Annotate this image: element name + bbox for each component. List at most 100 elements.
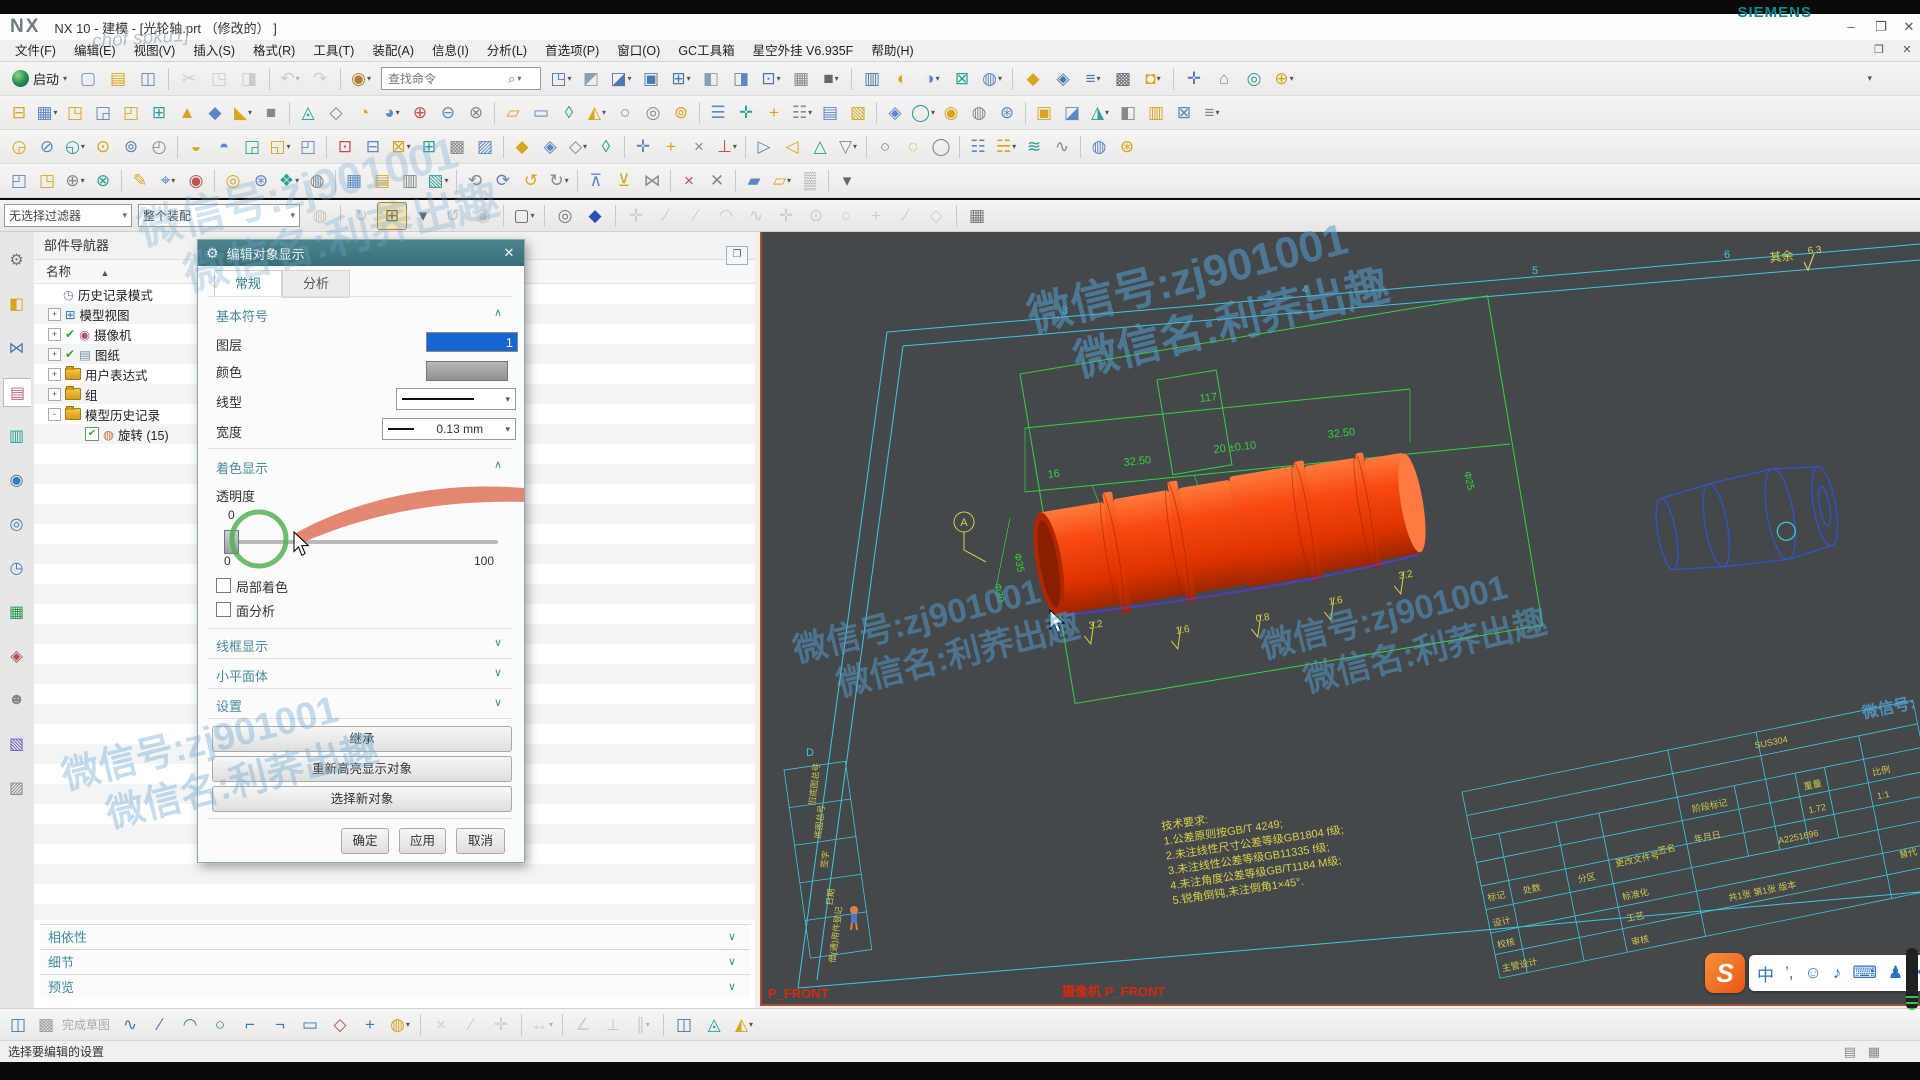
constraint-navigator-icon[interactable]: ⋈ <box>3 334 30 361</box>
assembly-navigator-icon[interactable]: ◧ <box>3 290 30 317</box>
toolbar-icon[interactable]: ⊛ <box>993 100 1021 126</box>
chevron-up-icon[interactable]: ∧ <box>494 458 502 471</box>
toolbar-overflow-caret[interactable]: ▾ <box>1867 73 1872 84</box>
menu-item[interactable]: 信息(I) <box>423 40 478 62</box>
history-icon[interactable]: ◷ <box>3 554 30 581</box>
expander-icon[interactable]: + <box>48 307 61 321</box>
ime-lang-icon[interactable]: 中 <box>1757 961 1774 986</box>
toolbar-icon[interactable]: ⊻ <box>610 168 638 194</box>
linetype-dropdown[interactable]: ▾ <box>396 388 516 410</box>
toolbar-icon[interactable]: ◣ ▾ <box>229 100 257 126</box>
sketch-icon[interactable]: ∿ <box>116 1012 144 1038</box>
face-analysis-checkbox[interactable] <box>216 602 231 617</box>
toolbar-icon[interactable]: ⊟ <box>5 100 33 126</box>
toolbar-icon[interactable]: ≋ <box>1020 134 1048 160</box>
part-navigator-icon[interactable]: ▤ <box>3 378 31 407</box>
menu-item[interactable]: 工具(T) <box>304 40 363 62</box>
toolbar-icon[interactable]: ◨ <box>235 66 263 92</box>
toolbar-icon[interactable]: ⊛ <box>1113 134 1141 160</box>
sketch-icon[interactable]: ✛ <box>487 1012 515 1038</box>
filter-icon[interactable]: ◇ <box>922 203 950 229</box>
sketch-icon[interactable]: ◭ ▾ <box>730 1012 758 1038</box>
tree-item-历史记录模式[interactable]: ◷ 历史记录模式 <box>48 284 153 304</box>
toolbar-icon[interactable]: ◯ <box>927 134 955 160</box>
toolbar-icon[interactable]: ◎ <box>219 168 247 194</box>
filter-icon[interactable]: ∕ <box>652 203 680 229</box>
menu-item[interactable]: 分析(L) <box>478 40 536 62</box>
toolbar-icon[interactable]: ▤ <box>368 168 396 194</box>
inherit-button[interactable]: 继承 <box>212 726 512 752</box>
filter-icon[interactable]: ⊞ <box>377 201 407 230</box>
menu-item[interactable]: 帮助(H) <box>862 40 922 62</box>
filter-icon[interactable]: ✛ <box>772 203 800 229</box>
toolbar-icon[interactable]: ◕ ▾ <box>378 100 406 126</box>
toolbar-icon[interactable]: ◧ <box>1114 100 1142 126</box>
toolbar-icon[interactable]: ▤ <box>816 100 844 126</box>
child-restore-button[interactable]: ❐ <box>1866 41 1892 59</box>
toolbar-icon[interactable]: ▦ <box>340 168 368 194</box>
filter-icon[interactable]: ✛ <box>622 203 650 229</box>
checkbox-icon[interactable]: ✔ <box>85 427 99 441</box>
sketch-icon[interactable]: ∕ <box>146 1012 174 1038</box>
toolbar-icon[interactable]: ◉ ▾ <box>347 66 375 92</box>
toolbar-icon[interactable]: ▩ <box>443 134 471 160</box>
toolbar-icon[interactable]: ☵ ▾ <box>992 134 1020 160</box>
toolbar-icon[interactable]: ◎ <box>639 100 667 126</box>
toolbar-icon[interactable]: ◑ ▾ <box>918 66 946 92</box>
finish-sketch-label[interactable]: 完成草图 <box>62 1016 110 1033</box>
toolbar-icon[interactable]: + <box>760 100 788 126</box>
section-basic-symbols[interactable]: 基本符号 <box>216 306 268 325</box>
toolbar-icon[interactable]: ◪ ▾ <box>607 66 635 92</box>
toolbar-icon[interactable]: + <box>657 134 685 160</box>
sketch-icon[interactable]: ⊥ <box>599 1012 627 1038</box>
ime-punct-icon[interactable]: ’, <box>1785 963 1794 983</box>
chevron-down-icon[interactable]: ∨ <box>494 636 502 649</box>
section-shaded-display[interactable]: 着色显示 <box>216 458 268 477</box>
toolbar-icon[interactable]: ▷ <box>750 134 778 160</box>
close-button[interactable]: ✕ <box>1896 17 1920 37</box>
tree-item-用户表达式[interactable]: + 用户表达式 <box>48 364 148 384</box>
dialog-title-bar[interactable]: ⚙ 编辑对象显示 <box>198 240 524 266</box>
toolbar-icon[interactable]: ⊕ <box>406 100 434 126</box>
toolbar-icon[interactable]: ◬ <box>294 100 322 126</box>
toolbar-icon[interactable]: ◉ <box>182 168 210 194</box>
toolbar-icon[interactable]: ▾ <box>833 168 861 194</box>
sketch-icon[interactable]: ◍ ▾ <box>386 1012 414 1038</box>
panel-细节[interactable]: 细节 ∨ <box>40 949 750 973</box>
section-settings[interactable]: 设置 <box>216 696 242 715</box>
toolbar-icon[interactable]: ◇ <box>322 100 350 126</box>
toolbar-icon[interactable]: ∿ <box>1048 134 1076 160</box>
toolbar-icon[interactable]: ◎ <box>1240 66 1268 92</box>
toolbar-icon[interactable]: ◳ <box>61 100 89 126</box>
tree-item-组[interactable]: + 组 <box>48 384 98 404</box>
toolbar-icon[interactable]: ◶ <box>5 134 33 160</box>
settings-gear-icon[interactable]: ⚙ <box>3 246 30 273</box>
layer-input[interactable]: 1 <box>426 332 518 352</box>
toolbar-icon[interactable]: ⌂ <box>1210 66 1238 92</box>
toolbar-icon[interactable]: ⟲ <box>461 168 489 194</box>
toolbar-icon[interactable]: ◒ <box>182 134 210 160</box>
tree-item-图纸[interactable]: + ✔ ▤ 图纸 <box>48 344 120 364</box>
toolbar-icon[interactable]: ▥ <box>1142 100 1170 126</box>
restore-button[interactable]: ❐ <box>1868 17 1894 37</box>
graphics-window[interactable]: 3 4 5 6 D 其余 6.3 117 16 32.50 20 ±0.10 3… <box>760 232 1920 1006</box>
wireframe-part[interactable] <box>1650 459 1843 581</box>
filter-icon[interactable]: ◆ <box>581 203 609 229</box>
sketch-icon[interactable]: ⌐ <box>236 1012 264 1038</box>
section-facet-body[interactable]: 小平面体 <box>216 666 268 685</box>
filter-icon[interactable]: ∿ <box>742 203 770 229</box>
command-finder-box[interactable]: ⌕ ▾ <box>381 67 542 90</box>
toolbar-icon[interactable]: ⊗ <box>89 168 117 194</box>
toolbar-icon[interactable]: ◳ ▾ <box>547 66 575 92</box>
toolbar-icon[interactable]: ◍ <box>1085 134 1113 160</box>
toolbar-icon[interactable]: × <box>675 168 703 194</box>
internet-explorer-icon[interactable]: ◎ <box>3 510 30 537</box>
toolbar-icon[interactable]: ⊛ <box>247 168 275 194</box>
toolbar-icon[interactable]: ⊟ <box>359 134 387 160</box>
toolbar-icon[interactable]: ◁ <box>778 134 806 160</box>
toolbar-icon[interactable]: ◮ ▾ <box>1086 100 1114 126</box>
toolbar-icon[interactable]: ⊼ <box>582 168 610 194</box>
sketch-icon[interactable]: ∕ <box>457 1012 485 1038</box>
toolbar-icon[interactable]: ▩ <box>1109 66 1137 92</box>
toolbar-icon[interactable]: ▢ <box>74 66 102 92</box>
